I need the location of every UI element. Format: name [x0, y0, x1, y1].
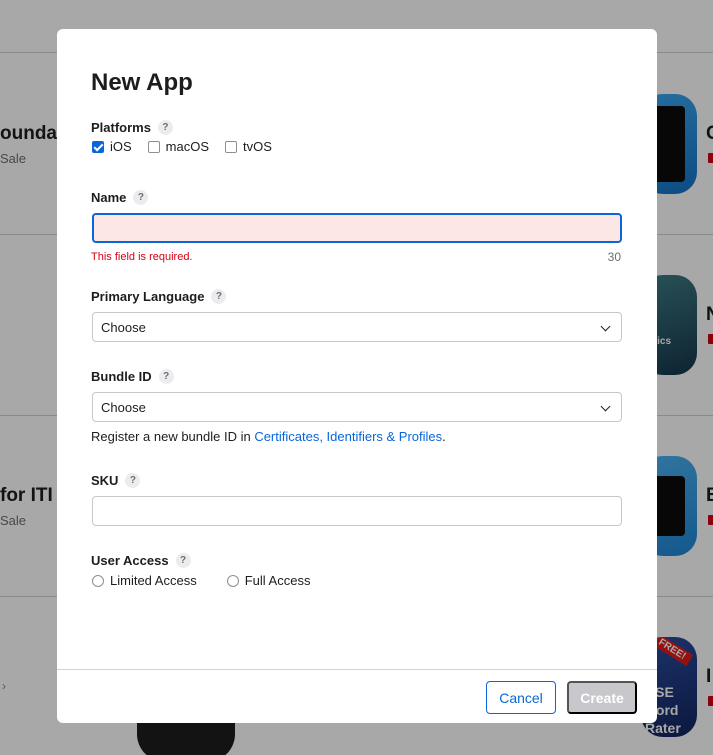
- primary-language-label: Primary Language ?: [91, 289, 227, 304]
- name-error-message: This field is required.: [91, 251, 193, 263]
- user-access-label-text: User Access: [91, 553, 169, 568]
- name-character-counter: 30: [607, 250, 621, 264]
- create-button[interactable]: Create: [567, 681, 637, 714]
- limited-access-radio[interactable]: [92, 574, 104, 587]
- bundle-id-label-text: Bundle ID: [91, 369, 152, 384]
- dialog-title: New App: [91, 69, 193, 96]
- bundle-id-hint-suffix: .: [442, 429, 446, 444]
- bundle-id-selected: Choose: [101, 399, 146, 415]
- bundle-id-select[interactable]: Choose: [92, 392, 622, 422]
- sku-input[interactable]: [92, 496, 622, 526]
- macos-checkbox-label: macOS: [165, 139, 210, 154]
- name-input[interactable]: [92, 213, 622, 243]
- platform-macos-option[interactable]: macOS: [147, 139, 210, 154]
- bundle-id-label: Bundle ID ?: [91, 369, 174, 384]
- user-access-radio-group: Limited Access Full Access: [92, 573, 310, 588]
- help-icon[interactable]: ?: [175, 553, 191, 568]
- dialog-footer: Cancel Create: [57, 669, 657, 723]
- bundle-id-hint-text: Register a new bundle ID in: [91, 429, 255, 444]
- name-label-text: Name: [91, 190, 127, 205]
- tvos-checkbox-label: tvOS: [243, 139, 272, 154]
- help-icon[interactable]: ?: [157, 120, 173, 135]
- sku-label: SKU ?: [91, 473, 141, 488]
- platforms-label-text: Platforms: [91, 120, 151, 135]
- macos-checkbox[interactable]: [147, 140, 160, 153]
- primary-language-selected: Choose: [101, 319, 146, 335]
- tvos-checkbox[interactable]: [225, 140, 238, 153]
- primary-language-label-text: Primary Language: [91, 289, 205, 304]
- ios-checkbox[interactable]: [92, 140, 104, 153]
- certificates-link[interactable]: Certificates, Identifiers & Profiles: [254, 429, 442, 444]
- help-icon[interactable]: ?: [211, 289, 227, 304]
- help-icon[interactable]: ?: [158, 369, 174, 384]
- help-icon[interactable]: ?: [125, 473, 141, 488]
- chevron-down-icon: [600, 401, 611, 412]
- limited-access-label: Limited Access: [110, 573, 197, 588]
- full-access-option[interactable]: Full Access: [226, 573, 311, 588]
- name-label: Name ?: [91, 190, 149, 205]
- new-app-dialog: New App Platforms ? iOS macOS tvOS Name …: [57, 29, 657, 723]
- platforms-checkbox-group: iOS macOS tvOS: [92, 139, 272, 154]
- platform-tvos-option[interactable]: tvOS: [225, 139, 272, 154]
- limited-access-option[interactable]: Limited Access: [92, 573, 197, 588]
- user-access-label: User Access ?: [91, 553, 191, 568]
- help-icon[interactable]: ?: [133, 190, 149, 205]
- full-access-label: Full Access: [244, 573, 311, 588]
- chevron-down-icon: [600, 321, 611, 332]
- cancel-button[interactable]: Cancel: [486, 681, 556, 714]
- primary-language-select[interactable]: Choose: [92, 312, 622, 342]
- sku-label-text: SKU: [91, 473, 119, 488]
- platform-ios-option[interactable]: iOS: [92, 139, 132, 154]
- ios-checkbox-label: iOS: [110, 139, 132, 154]
- platforms-label: Platforms ?: [91, 120, 173, 135]
- bundle-id-hint: Register a new bundle ID in Certificates…: [91, 429, 446, 444]
- full-access-radio[interactable]: [226, 574, 239, 587]
